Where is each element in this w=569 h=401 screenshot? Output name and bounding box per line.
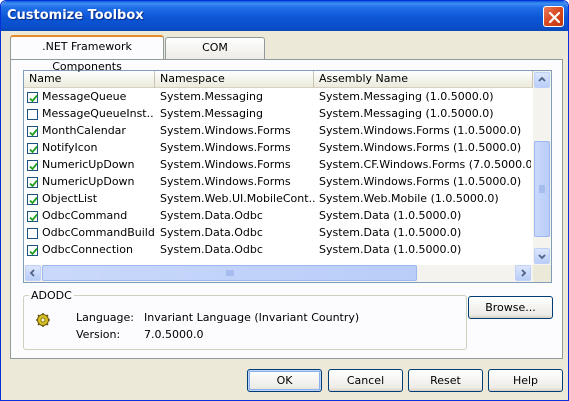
version-label: Version: [76, 328, 121, 341]
checkmark-icon [29, 94, 38, 103]
component-namespace: System.Windows.Forms [160, 175, 291, 188]
browse-button[interactable]: Browse... [468, 296, 553, 319]
component-checkbox[interactable] [27, 194, 38, 205]
close-button[interactable] [543, 6, 564, 27]
checkmark-icon [29, 247, 38, 256]
component-assembly: System.Windows.Forms (1.0.5000.0) [319, 141, 522, 154]
list-item[interactable]: ObjectList System.Web.UI.MobileCont... Sys… [24, 191, 533, 208]
list-item[interactable]: OdbcConnection System.Data.Odbc System.Dat… [24, 242, 533, 259]
component-assembly: System.Web.Mobile (1.0.5000.0) [319, 192, 499, 205]
list-item[interactable]: NumericUpDown System.Windows.Forms System.… [24, 174, 533, 191]
checkmark-icon [29, 213, 38, 222]
component-assembly: System.Windows.Forms (1.0.5000.0) [319, 175, 522, 188]
checkmark-icon [29, 145, 38, 154]
component-namespace: System.Messaging [160, 107, 263, 120]
component-assembly: System.Data (1.0.5000.0) [319, 226, 462, 239]
component-namespace: System.Data.Odbc [160, 226, 263, 239]
component-checkbox[interactable] [27, 160, 38, 171]
vertical-scrollbar[interactable] [533, 71, 551, 265]
vertical-scroll-thumb[interactable] [534, 141, 550, 237]
component-name: NumericUpDown [42, 175, 135, 188]
list-item[interactable]: MessageQueue System.Messaging System.Messa… [24, 89, 533, 106]
component-checkbox[interactable] [27, 245, 38, 256]
chevron-down-icon [538, 254, 546, 260]
language-label: Language: [76, 311, 134, 324]
group-title: ADODC [29, 289, 74, 302]
component-assembly: System.Messaging (1.0.5000.0) [319, 90, 494, 103]
component-assembly: System.Data (1.0.5000.0) [319, 209, 462, 222]
checkmark-icon [29, 196, 38, 205]
title-bar[interactable]: Customize Toolbox [1, 1, 568, 31]
scroll-down-button[interactable] [534, 248, 550, 264]
component-checkbox[interactable] [27, 109, 38, 120]
grip-icon [226, 270, 234, 276]
column-header-namespace[interactable]: Namespace [155, 71, 314, 88]
component-name: ObjectList [42, 192, 98, 205]
component-namespace: System.Windows.Forms [160, 141, 291, 154]
scroll-left-button[interactable] [25, 265, 41, 281]
window-title: Customize Toolbox [7, 8, 144, 23]
scrollbar-corner [533, 265, 551, 282]
list-item[interactable]: MonthCalendar System.Windows.Forms System.… [24, 123, 533, 140]
tab-panel: Name Namespace Assembly Name MessageQueu… [10, 59, 563, 359]
list-item[interactable]: NotifyIcon System.Windows.Forms System.Win… [24, 140, 533, 157]
checkmark-icon [29, 128, 38, 137]
checkmark-icon [29, 162, 38, 171]
component-namespace: System.Messaging [160, 90, 263, 103]
horizontal-scrollbar[interactable] [24, 265, 533, 282]
ok-button[interactable]: OK [247, 369, 322, 392]
component-checkbox[interactable] [27, 126, 38, 137]
component-name: OdbcCommand [42, 209, 128, 222]
list-item[interactable]: OdbcCommand System.Data.Odbc System.Data (… [24, 208, 533, 225]
component-name: OdbcCommandBuilder [42, 226, 154, 239]
component-checkbox[interactable] [27, 92, 38, 103]
component-name: MonthCalendar [42, 124, 126, 137]
component-checkbox[interactable] [27, 177, 38, 188]
component-assembly: System.Windows.Forms (1.0.5000.0) [319, 124, 522, 137]
component-namespace: System.Windows.Forms [160, 124, 291, 137]
component-name: MessageQueue [42, 90, 127, 103]
chevron-up-icon [538, 76, 546, 82]
component-name: NumericUpDown [42, 158, 135, 171]
component-namespace: System.Web.UI.MobileCont... [160, 192, 315, 205]
component-checkbox[interactable] [27, 211, 38, 222]
component-name: NotifyIcon [42, 141, 98, 154]
chevron-right-icon [521, 269, 527, 277]
component-assembly: System.Messaging (1.0.5000.0) [319, 107, 494, 120]
component-assembly: System.Data (1.0.5000.0) [319, 243, 462, 256]
tab-net-framework-components[interactable]: .NET Framework Components [10, 35, 164, 73]
list-item[interactable]: MessageQueueInst... System.Messaging Syste… [24, 106, 533, 123]
language-value: Invariant Language (Invariant Country) [144, 311, 360, 324]
components-list[interactable]: Name Namespace Assembly Name MessageQueu… [23, 70, 552, 283]
help-button[interactable]: Help [488, 369, 563, 392]
component-name: MessageQueueInst... [42, 107, 154, 120]
grip-icon [539, 185, 545, 193]
column-header-assembly-name[interactable]: Assembly Name [314, 71, 533, 88]
cancel-button[interactable]: Cancel [328, 369, 403, 392]
tab-com-components[interactable]: COM Components [165, 37, 265, 74]
chevron-left-icon [29, 269, 35, 277]
gear-component-icon [36, 313, 50, 327]
checkmark-icon [29, 179, 38, 188]
scroll-up-button[interactable] [534, 72, 550, 88]
component-checkbox[interactable] [27, 143, 38, 154]
component-namespace: System.Windows.Forms [160, 158, 291, 171]
scroll-right-button[interactable] [515, 265, 531, 281]
close-icon [548, 11, 561, 24]
component-assembly: System.CF.Windows.Forms (7.0.5000.0) [319, 158, 531, 171]
component-namespace: System.Data.Odbc [160, 243, 263, 256]
customize-toolbox-dialog: Customize Toolbox .NET Framework Compone… [0, 0, 569, 401]
component-checkbox[interactable] [27, 228, 38, 239]
component-namespace: System.Data.Odbc [160, 209, 263, 222]
list-item[interactable]: OdbcCommandBuilder System.Data.Odbc System… [24, 225, 533, 242]
version-value: 7.0.5000.0 [144, 328, 204, 341]
list-item[interactable]: NumericUpDown System.Windows.Forms System.… [24, 157, 533, 174]
reset-button[interactable]: Reset [408, 369, 483, 392]
component-details-group: ADODC Language: Invariant Language (Inva… [23, 289, 467, 350]
component-name: OdbcConnection [42, 243, 133, 256]
horizontal-scroll-thumb[interactable] [42, 265, 417, 281]
